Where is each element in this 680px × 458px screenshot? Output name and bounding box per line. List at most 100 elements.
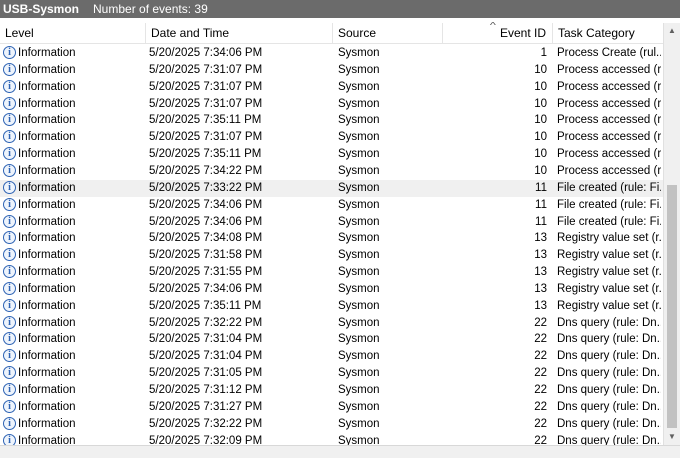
event-datetime: 5/20/2025 7:31:07 PM <box>149 63 263 76</box>
event-level: Information <box>18 282 76 295</box>
log-title-bar: USB-Sysmon Number of events: 39 <box>0 0 680 18</box>
event-row[interactable]: i Information 5/20/2025 7:31:58 PM Sysmon 13… <box>0 247 663 264</box>
event-row[interactable]: i Information 5/20/2025 7:33:22 PM Sysmon 11… <box>0 179 663 197</box>
event-id: 22 <box>534 333 547 346</box>
event-row[interactable]: i Information 5/20/2025 7:31:07 PM Sysmon 10… <box>0 79 663 96</box>
information-icon: i <box>3 315 16 329</box>
event-level: Information <box>18 299 76 312</box>
event-id: 10 <box>534 63 547 76</box>
event-row[interactable]: i Information 5/20/2025 7:35:11 PM Sysmon 10… <box>0 146 663 163</box>
event-id: 22 <box>534 367 547 380</box>
event-datetime: 5/20/2025 7:31:07 PM <box>149 97 263 110</box>
event-task-category: Process accessed (r... <box>557 63 661 76</box>
event-task-category: Dns query (rule: Dn... <box>557 367 661 380</box>
information-icon: i <box>3 349 16 363</box>
column-header-level[interactable]: Level <box>0 23 146 43</box>
information-icon: i <box>3 399 16 413</box>
event-id: 11 <box>535 181 547 194</box>
column-header-datetime[interactable]: Date and Time <box>146 23 333 43</box>
event-level: Information <box>18 131 76 144</box>
event-source: Sysmon <box>338 282 380 295</box>
event-level: Information <box>18 417 76 430</box>
information-icon: i <box>3 265 16 279</box>
event-row[interactable]: i Information 5/20/2025 7:32:22 PM Sysmon 22… <box>0 315 663 332</box>
event-row[interactable]: i Information 5/20/2025 7:31:27 PM Sysmon 22… <box>0 399 663 416</box>
event-datetime: 5/20/2025 7:31:05 PM <box>149 367 263 380</box>
sort-ascending-icon: ^ <box>489 21 496 30</box>
event-id: 11 <box>535 215 547 228</box>
event-task-category: Registry value set (r... <box>557 249 661 262</box>
event-row[interactable]: i Information 5/20/2025 7:31:04 PM Sysmon 22… <box>0 331 663 348</box>
event-level: Information <box>18 215 76 228</box>
event-row[interactable]: i Information 5/20/2025 7:31:07 PM Sysmon 10… <box>0 129 663 146</box>
event-row[interactable]: i Information 5/20/2025 7:32:09 PM Sysmon 22… <box>0 433 663 445</box>
column-header-event-id[interactable]: Event ID <box>443 23 553 43</box>
event-row[interactable]: i Information 5/20/2025 7:32:22 PM Sysmon 22… <box>0 416 663 433</box>
information-icon: i <box>3 366 16 380</box>
event-row[interactable]: i Information 5/20/2025 7:34:06 PM Sysmon 13… <box>0 281 663 298</box>
event-row[interactable]: i Information 5/20/2025 7:34:06 PM Sysmon 11… <box>0 214 663 231</box>
event-level: Information <box>18 316 76 329</box>
event-task-category: File created (rule: Fi... <box>557 198 661 211</box>
scroll-up-arrow-icon[interactable]: ▲ <box>664 23 680 39</box>
event-task-category: Dns query (rule: Dn... <box>557 400 661 413</box>
event-source: Sysmon <box>338 266 380 279</box>
event-level: Information <box>18 350 76 363</box>
event-datetime: 5/20/2025 7:31:04 PM <box>149 350 263 363</box>
event-level: Information <box>18 333 76 346</box>
event-row[interactable]: i Information 5/20/2025 7:31:07 PM Sysmon 10… <box>0 62 663 79</box>
event-source: Sysmon <box>338 131 380 144</box>
event-source: Sysmon <box>338 215 380 228</box>
event-row[interactable]: i Information 5/20/2025 7:35:11 PM Sysmon 13… <box>0 298 663 315</box>
event-source: Sysmon <box>338 148 380 161</box>
event-row[interactable]: i Information 5/20/2025 7:34:06 PM Sysmon 1 P… <box>0 45 663 62</box>
event-source: Sysmon <box>338 434 380 445</box>
event-level: Information <box>18 232 76 245</box>
event-row[interactable]: i Information 5/20/2025 7:34:06 PM Sysmon 11… <box>0 197 663 214</box>
column-header-task-category[interactable]: Task Category <box>553 23 663 43</box>
event-row[interactable]: i Information 5/20/2025 7:31:05 PM Sysmon 22… <box>0 365 663 382</box>
event-datetime: 5/20/2025 7:32:22 PM <box>149 316 263 329</box>
event-datetime: 5/20/2025 7:31:12 PM <box>149 384 263 396</box>
event-datetime: 5/20/2025 7:34:06 PM <box>149 282 263 295</box>
event-level: Information <box>18 384 76 396</box>
event-row[interactable]: i Information 5/20/2025 7:34:08 PM Sysmon 13… <box>0 230 663 247</box>
event-source: Sysmon <box>338 400 380 413</box>
event-level: Information <box>18 97 76 110</box>
event-row[interactable]: i Information 5/20/2025 7:31:12 PM Sysmon 22… <box>0 382 663 399</box>
vertical-scrollbar[interactable]: ▲ ▼ <box>663 23 680 445</box>
event-datetime: 5/20/2025 7:35:11 PM <box>149 114 262 127</box>
event-level: Information <box>18 266 76 279</box>
event-row[interactable]: i Information 5/20/2025 7:31:04 PM Sysmon 22… <box>0 348 663 365</box>
scroll-down-arrow-icon[interactable]: ▼ <box>664 429 680 445</box>
information-icon: i <box>3 197 16 211</box>
column-header-row: Level Date and Time Source Event ID Task… <box>0 23 663 44</box>
information-icon: i <box>3 231 16 245</box>
event-datetime: 5/20/2025 7:35:11 PM <box>149 299 262 312</box>
column-header-source[interactable]: Source <box>333 23 443 43</box>
information-icon: i <box>3 62 16 76</box>
event-task-category: Dns query (rule: Dn... <box>557 316 661 329</box>
scrollbar-thumb[interactable] <box>667 185 677 428</box>
event-source: Sysmon <box>338 181 380 194</box>
event-id: 11 <box>535 198 547 211</box>
event-source: Sysmon <box>338 249 380 262</box>
event-id: 10 <box>534 131 547 144</box>
event-task-category: Process accessed (r... <box>557 131 661 144</box>
information-icon: i <box>3 147 16 161</box>
event-row[interactable]: i Information 5/20/2025 7:31:07 PM Sysmon 10… <box>0 96 663 113</box>
event-source: Sysmon <box>338 63 380 76</box>
event-id: 22 <box>534 316 547 329</box>
event-task-category: Registry value set (r... <box>557 299 661 312</box>
event-task-category: Process accessed (r... <box>557 80 661 93</box>
event-datetime: 5/20/2025 7:32:09 PM <box>149 434 263 445</box>
event-level: Information <box>18 400 76 413</box>
event-row[interactable]: i Information 5/20/2025 7:35:11 PM Sysmon 10… <box>0 112 663 129</box>
event-task-category: Process accessed (r... <box>557 148 661 161</box>
event-task-category: Dns query (rule: Dn... <box>557 434 661 445</box>
event-task-category: File created (rule: Fi... <box>557 215 661 228</box>
event-id: 22 <box>534 417 547 430</box>
event-row[interactable]: i Information 5/20/2025 7:31:55 PM Sysmon 13… <box>0 264 663 281</box>
event-level: Information <box>18 47 76 59</box>
event-row[interactable]: i Information 5/20/2025 7:34:22 PM Sysmon 10… <box>0 163 663 180</box>
